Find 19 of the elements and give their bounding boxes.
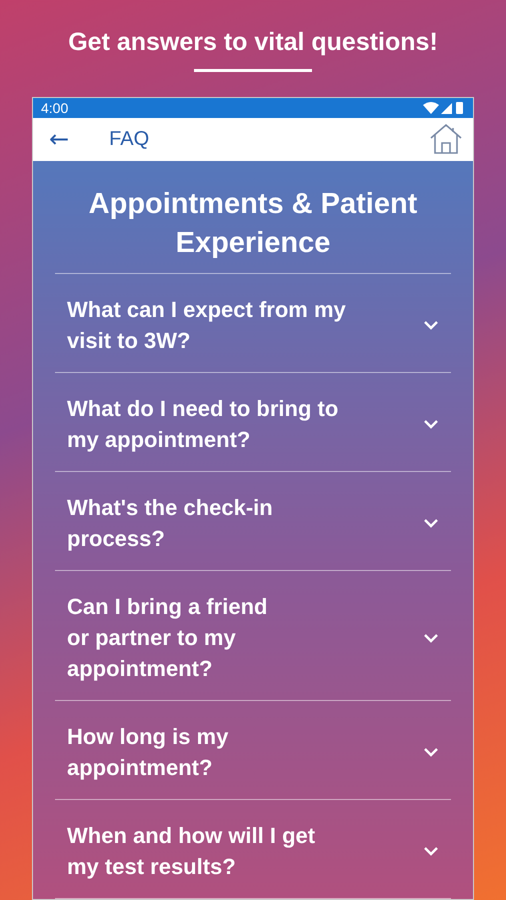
chevron-icon xyxy=(423,419,439,429)
faq-item[interactable]: Can I bring a friend or partner to my appointment? xyxy=(55,571,451,701)
chevron-icon xyxy=(423,632,439,642)
chevron-icon xyxy=(423,518,439,528)
faq-item[interactable]: What's the check-in process? xyxy=(55,472,451,571)
faq-item[interactable]: How long is my appointment? xyxy=(55,701,451,800)
home-icon[interactable] xyxy=(429,123,463,156)
chevron-icon xyxy=(423,747,439,757)
status-icons xyxy=(423,100,465,115)
back-button[interactable]: ← xyxy=(49,125,70,154)
faq-item[interactable]: What can I expect from my visit to 3W? xyxy=(55,274,451,373)
status-time: 4:00 xyxy=(41,100,68,116)
app-bar-title: FAQ xyxy=(109,128,150,151)
section-title: Appointments & Patient Experience xyxy=(55,161,451,274)
faq-item[interactable]: When and how will I get my test results? xyxy=(55,800,451,899)
headline: Get answers to vital questions! xyxy=(68,28,438,57)
faq-item[interactable]: What do I need to bring to my appointment? xyxy=(55,373,451,472)
chevron-icon xyxy=(423,320,439,330)
chevron-icon xyxy=(423,846,439,856)
